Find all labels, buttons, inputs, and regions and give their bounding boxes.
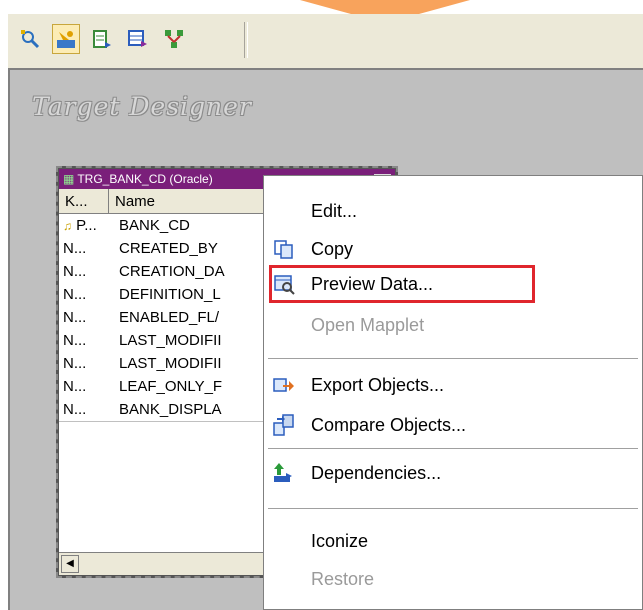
- row-key: N...: [63, 355, 87, 372]
- row-key: N...: [63, 263, 87, 280]
- toolbar: [8, 14, 643, 68]
- table-title: TRG_BANK_CD (Oracle): [77, 172, 213, 186]
- menu-separator: [268, 448, 638, 449]
- mapplet-designer-icon[interactable]: [124, 24, 152, 54]
- transformation-developer-icon[interactable]: [88, 24, 116, 54]
- row-key: N...: [63, 240, 87, 257]
- mapping-designer-icon[interactable]: [160, 24, 188, 54]
- copy-icon: [272, 237, 296, 261]
- menu-item-restore: Restore: [311, 568, 375, 589]
- menu-item-edit[interactable]: Edit...: [264, 191, 642, 231]
- row-key: N...: [63, 378, 87, 395]
- dependencies-icon: [272, 461, 296, 485]
- export-objects-icon: [272, 373, 296, 397]
- target-designer-icon[interactable]: [52, 24, 80, 54]
- menu-item-export-objects[interactable]: Export Objects...: [264, 365, 642, 405]
- row-key: N...: [63, 309, 87, 326]
- table-icon: ▦: [63, 172, 75, 186]
- menu-item-open-mapplet: Open Mapplet: [311, 314, 425, 335]
- primary-key-icon: ♫: [63, 219, 72, 233]
- toolbar-separator: [244, 22, 248, 58]
- row-key: N...: [63, 401, 87, 418]
- menu-separator: [268, 358, 638, 359]
- orange-accent: [300, 0, 470, 14]
- row-key: P...: [76, 217, 97, 234]
- menu-item-compare-objects[interactable]: Compare Objects...: [264, 405, 642, 445]
- highlight-box: [269, 265, 535, 303]
- scroll-left-icon[interactable]: ◀: [61, 555, 79, 573]
- menu-item-iconize[interactable]: Iconize: [264, 521, 642, 561]
- workspace-title: Target Designer: [32, 92, 252, 121]
- menu-item-copy[interactable]: Copy: [264, 229, 642, 269]
- context-menu: Edit... Copy Preview Data... Open Mapple…: [263, 175, 643, 610]
- row-key: N...: [63, 332, 87, 349]
- row-key: N...: [63, 286, 87, 303]
- source-analyzer-icon[interactable]: [16, 24, 44, 54]
- compare-objects-icon: [272, 413, 296, 437]
- menu-item-dependencies[interactable]: Dependencies...: [264, 453, 642, 493]
- menu-separator: [268, 508, 638, 509]
- column-header-key[interactable]: K...: [59, 189, 109, 213]
